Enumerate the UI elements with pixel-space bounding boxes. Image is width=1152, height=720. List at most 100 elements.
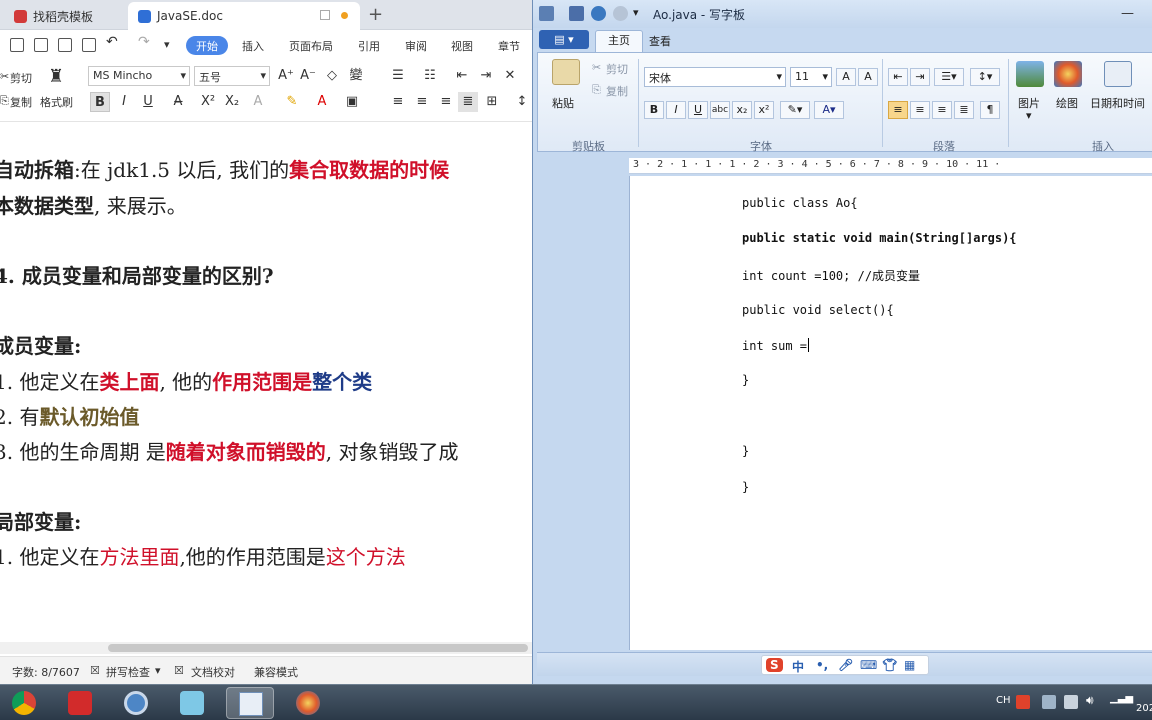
tab-home[interactable]: 主页 — [595, 30, 643, 52]
bold-icon[interactable]: B — [644, 101, 664, 119]
bullet-list-icon[interactable]: ☰▾ — [934, 68, 964, 86]
align-left-icon[interactable]: ≡ — [888, 101, 908, 119]
strikethrough-icon[interactable]: abc — [710, 101, 730, 119]
clear-format-icon[interactable]: ◇ — [322, 66, 342, 86]
save-icon[interactable] — [34, 38, 48, 52]
highlight-icon[interactable]: ✎▾ — [780, 101, 810, 119]
chevron-down-icon[interactable]: ▾ — [155, 664, 161, 677]
cut-button[interactable]: 剪切 — [606, 61, 628, 77]
preview-icon[interactable] — [82, 38, 96, 52]
volume-icon[interactable]: 🔊︎ — [1086, 693, 1094, 708]
align-left-icon[interactable]: ≡ — [388, 92, 408, 112]
align-right-icon[interactable]: ≡ — [932, 101, 952, 119]
wordpad-app-icon[interactable] — [539, 6, 554, 21]
subscript-icon[interactable]: x₂ — [732, 101, 752, 119]
redo-icon[interactable]: ↷ — [138, 34, 150, 50]
copy-button[interactable]: 复制 — [606, 83, 628, 99]
superscript-icon[interactable]: X² — [198, 92, 218, 112]
taskbar-wps[interactable] — [56, 687, 104, 719]
ime-toolbar[interactable]: S 中 •, 🎤︎ ⌨ 👕︎ ▦ — [761, 655, 929, 675]
datetime-button[interactable]: 日期和时间 — [1090, 95, 1145, 111]
paragraph-settings-icon[interactable]: ¶ — [980, 101, 1000, 119]
doc-proof-toggle[interactable]: 文档校对 — [191, 664, 235, 680]
increase-indent-icon[interactable]: ⇥ — [910, 68, 930, 86]
microphone-icon[interactable]: 🎤︎ — [838, 658, 853, 672]
shrink-font-icon[interactable]: A — [858, 68, 878, 86]
input-lang-indicator[interactable]: CH — [996, 695, 1011, 706]
italic-icon[interactable]: I — [114, 92, 134, 112]
line-spacing-icon[interactable]: ↕▾ — [970, 68, 1000, 86]
quick-access-dropdown-icon[interactable]: ▾ — [633, 6, 639, 19]
quick-access-dropdown-icon[interactable]: ▾ — [164, 38, 170, 51]
align-right-icon[interactable]: ≡ — [436, 92, 456, 112]
taskbar-settings[interactable] — [112, 687, 160, 719]
toolbox-icon[interactable]: ▦ — [904, 658, 915, 672]
picture-icon[interactable] — [1016, 61, 1044, 87]
shrink-font-icon[interactable]: A⁻ — [298, 66, 318, 86]
text-effect-icon[interactable]: A — [248, 92, 268, 112]
checkbox-icon[interactable]: ☒ — [90, 664, 100, 677]
sogou-tray-icon[interactable] — [1016, 695, 1030, 709]
copy-icon[interactable]: ⎘ — [592, 83, 601, 97]
menu-insert[interactable]: 插入 — [242, 38, 264, 54]
distribute-icon[interactable]: ⊞ — [482, 92, 502, 112]
menu-references[interactable]: 引用 — [358, 38, 380, 54]
indent-icon[interactable]: ⇥ — [476, 66, 496, 86]
paint-drawing-button[interactable]: 绘图 — [1056, 95, 1078, 111]
taskbar-paint[interactable] — [284, 687, 332, 719]
asian-layout-icon[interactable]: ✕ — [500, 66, 520, 86]
paste-icon[interactable] — [552, 59, 580, 85]
action-center-icon[interactable] — [1064, 695, 1078, 709]
signal-icon[interactable]: ▁▃▅ — [1110, 693, 1133, 704]
paint-icon[interactable] — [1054, 61, 1082, 87]
chevron-down-icon[interactable]: ▾ — [1026, 109, 1032, 122]
copy-button[interactable]: 复制 — [10, 94, 32, 110]
save-icon[interactable] — [569, 6, 584, 21]
font-name-select[interactable]: MS Mincho ▾ — [88, 66, 190, 86]
subscript-icon[interactable]: X₂ — [222, 92, 242, 112]
strikethrough-icon[interactable]: A̶ — [168, 92, 188, 112]
bullet-list-icon[interactable]: ☰ — [388, 66, 408, 86]
ime-lang-toggle[interactable]: 中 — [792, 658, 804, 675]
tab-javase-doc[interactable]: JavaSE.doc — [128, 2, 360, 30]
scissors-icon[interactable]: ✂ — [592, 61, 601, 74]
copy-icon[interactable]: ⎘ — [0, 94, 9, 108]
font-color-icon[interactable]: A▾ — [814, 101, 844, 119]
network-icon[interactable] — [1042, 695, 1056, 709]
word-count[interactable]: 字数: 8/7607 — [12, 664, 80, 680]
font-name-select[interactable]: 宋体 ▾ — [644, 67, 786, 87]
spell-check-toggle[interactable]: 拼写检查 — [106, 664, 150, 680]
justify-icon[interactable]: ≣ — [458, 92, 478, 112]
keyboard-icon[interactable]: ⌨ — [860, 658, 877, 672]
format-painter-button[interactable]: 格式刷 — [40, 94, 73, 110]
menu-review[interactable]: 审阅 — [405, 38, 427, 54]
ruler[interactable]: 3 · 2 · 1 · 1 · 1 · 2 · 3 · 4 · 5 · 6 · … — [629, 158, 1152, 174]
window-icon[interactable] — [320, 10, 330, 20]
align-center-icon[interactable]: ≡ — [910, 101, 930, 119]
underline-icon[interactable]: U — [138, 92, 158, 112]
bold-icon[interactable]: B — [90, 92, 110, 112]
scrollbar-thumb[interactable] — [108, 644, 528, 652]
number-list-icon[interactable]: ☷ — [420, 66, 440, 86]
clock[interactable]: 202 — [1136, 703, 1152, 714]
menu-view[interactable]: 视图 — [451, 38, 473, 54]
skin-icon[interactable]: 👕︎ — [882, 658, 897, 672]
char-border-icon[interactable]: ▣ — [342, 92, 362, 112]
calendar-icon[interactable] — [1104, 61, 1132, 87]
tab-template[interactable]: 找稻壳模板 — [4, 2, 122, 30]
taskbar-live[interactable] — [168, 687, 216, 719]
highlight-icon[interactable]: ✎ — [282, 92, 302, 112]
punctuation-icon[interactable]: •, — [816, 658, 828, 672]
grow-font-icon[interactable]: A — [836, 68, 856, 86]
paste-button[interactable]: 粘贴 — [552, 95, 574, 111]
italic-icon[interactable]: I — [666, 101, 686, 119]
font-color-icon[interactable]: A — [312, 92, 332, 112]
sogou-logo[interactable]: S — [766, 658, 783, 672]
menu-start[interactable]: 开始 — [186, 36, 228, 55]
align-center-icon[interactable]: ≡ — [412, 92, 432, 112]
taskbar-wordpad[interactable] — [226, 687, 274, 719]
file-menu-button[interactable]: ▤ ▾ — [539, 30, 589, 49]
font-size-select[interactable]: 11 ▾ — [790, 67, 832, 87]
taskbar-chrome[interactable] — [0, 687, 48, 719]
phonetic-icon[interactable]: 變 — [346, 66, 366, 86]
